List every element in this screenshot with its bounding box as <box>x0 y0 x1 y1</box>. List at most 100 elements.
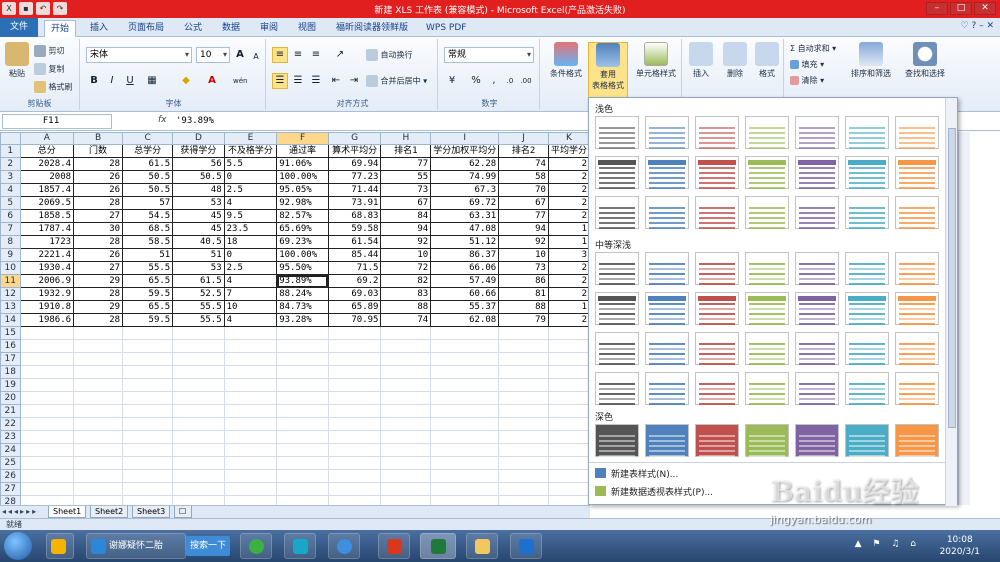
cell[interactable]: 86 <box>498 274 549 288</box>
cell[interactable]: 47.08 <box>430 222 500 236</box>
table-style-swatch[interactable] <box>745 424 789 457</box>
cell[interactable] <box>327 482 382 496</box>
cell[interactable] <box>498 430 549 444</box>
cell[interactable]: 52.5 <box>172 287 225 301</box>
column-header[interactable]: E <box>223 132 278 145</box>
table-style-swatch[interactable] <box>695 424 739 457</box>
cell[interactable]: 94 <box>498 222 549 236</box>
font-color-button[interactable]: A <box>204 73 220 89</box>
spreadsheet-grid[interactable]: A B C D E F G H I J K 1 总分 门数 总学分 获得学分 不及格学分 通过率 算术平均分 排名1 学… <box>0 132 590 505</box>
cell[interactable] <box>73 352 124 366</box>
select-all-corner[interactable] <box>0 132 21 145</box>
row-header[interactable]: 4 <box>0 183 21 197</box>
cell[interactable] <box>223 326 278 340</box>
cell[interactable]: 55.5 <box>122 261 174 275</box>
cell[interactable]: 2 <box>547 209 590 223</box>
cell[interactable] <box>73 404 124 418</box>
cell[interactable] <box>122 456 174 470</box>
cell[interactable]: 28 <box>73 196 124 210</box>
row-header[interactable]: 19 <box>0 378 21 392</box>
table-style-swatch[interactable] <box>795 156 839 189</box>
align-right-icon[interactable]: ☰ <box>308 73 324 89</box>
row-header[interactable]: 27 <box>0 482 21 496</box>
cell[interactable]: 79 <box>498 313 549 327</box>
cell[interactable] <box>223 430 278 444</box>
table-style-swatch[interactable] <box>745 372 789 405</box>
table-style-swatch[interactable] <box>695 196 739 229</box>
table-style-swatch[interactable] <box>645 292 689 325</box>
tab-file[interactable]: 文件 <box>0 18 38 37</box>
cell[interactable] <box>276 430 329 444</box>
cell[interactable] <box>19 417 75 431</box>
cell[interactable]: 67.3 <box>430 183 500 197</box>
column-header[interactable]: B <box>73 132 124 145</box>
cell[interactable] <box>276 482 329 496</box>
cell[interactable]: 28 <box>73 235 124 249</box>
column-header[interactable]: K <box>547 132 590 145</box>
name-box[interactable]: F11 <box>2 114 112 129</box>
cell[interactable]: 1986.6 <box>19 313 75 327</box>
cell[interactable] <box>19 339 75 353</box>
table-style-swatch[interactable] <box>845 252 889 285</box>
cell[interactable] <box>498 482 549 496</box>
cell[interactable] <box>73 417 124 431</box>
cell[interactable] <box>223 482 278 496</box>
cell[interactable]: 不及格学分 <box>223 144 278 158</box>
cell[interactable] <box>276 365 329 379</box>
cell[interactable]: 1723 <box>19 235 75 249</box>
cell-styles-button[interactable]: 单元格样式 <box>632 42 680 79</box>
cell[interactable] <box>223 495 278 505</box>
cell[interactable]: 92.98% <box>276 196 329 210</box>
tab-page-layout[interactable]: 页面布局 <box>122 20 170 37</box>
table-style-swatch[interactable] <box>595 116 639 149</box>
row-header[interactable]: 13 <box>0 300 21 314</box>
cell[interactable]: 7 <box>223 287 278 301</box>
cell[interactable] <box>172 391 225 405</box>
cell[interactable] <box>19 430 75 444</box>
cell[interactable] <box>380 378 432 392</box>
table-style-swatch[interactable] <box>845 332 889 365</box>
cell[interactable]: 1 <box>547 235 590 249</box>
cell[interactable]: 2221.4 <box>19 248 75 262</box>
cell[interactable]: 2 <box>547 287 590 301</box>
cell[interactable] <box>498 443 549 457</box>
cell[interactable]: 65.5 <box>122 274 174 288</box>
cell[interactable] <box>498 378 549 392</box>
table-style-swatch[interactable] <box>645 196 689 229</box>
table-style-swatch[interactable] <box>895 252 939 285</box>
row-header[interactable]: 17 <box>0 352 21 366</box>
cell[interactable]: 58 <box>498 170 549 184</box>
taskbar-browser-item[interactable]: 谢娜疑怀二胎 <box>86 533 186 559</box>
cell[interactable] <box>498 339 549 353</box>
row-header[interactable]: 1 <box>0 144 21 158</box>
cell[interactable]: 95.50% <box>276 261 329 275</box>
table-style-swatch[interactable] <box>795 116 839 149</box>
table-style-swatch[interactable] <box>595 372 639 405</box>
column-header[interactable]: A <box>19 132 75 145</box>
align-bottom-icon[interactable]: ≡ <box>308 47 324 63</box>
cell[interactable]: 28 <box>73 157 124 171</box>
table-style-swatch[interactable] <box>795 332 839 365</box>
cell[interactable]: 70.95 <box>327 313 382 327</box>
cell[interactable]: 88 <box>498 300 549 314</box>
cell[interactable] <box>172 365 225 379</box>
cell[interactable] <box>73 443 124 457</box>
cell[interactable] <box>547 443 590 457</box>
cell[interactable] <box>327 417 382 431</box>
cell[interactable] <box>498 495 549 505</box>
cell[interactable] <box>19 391 75 405</box>
table-style-swatch[interactable] <box>795 196 839 229</box>
table-style-swatch[interactable] <box>595 252 639 285</box>
cell[interactable]: 55.37 <box>430 300 500 314</box>
cell[interactable] <box>547 417 590 431</box>
cell[interactable] <box>19 469 75 483</box>
cell[interactable]: 算术平均分 <box>327 144 382 158</box>
row-header[interactable]: 12 <box>0 287 21 301</box>
cell[interactable] <box>223 469 278 483</box>
cell[interactable] <box>172 417 225 431</box>
cell[interactable] <box>19 443 75 457</box>
cell[interactable]: 88 <box>380 300 432 314</box>
column-header[interactable]: D <box>172 132 225 145</box>
cell[interactable] <box>430 378 500 392</box>
cell[interactable]: 1930.4 <box>19 261 75 275</box>
